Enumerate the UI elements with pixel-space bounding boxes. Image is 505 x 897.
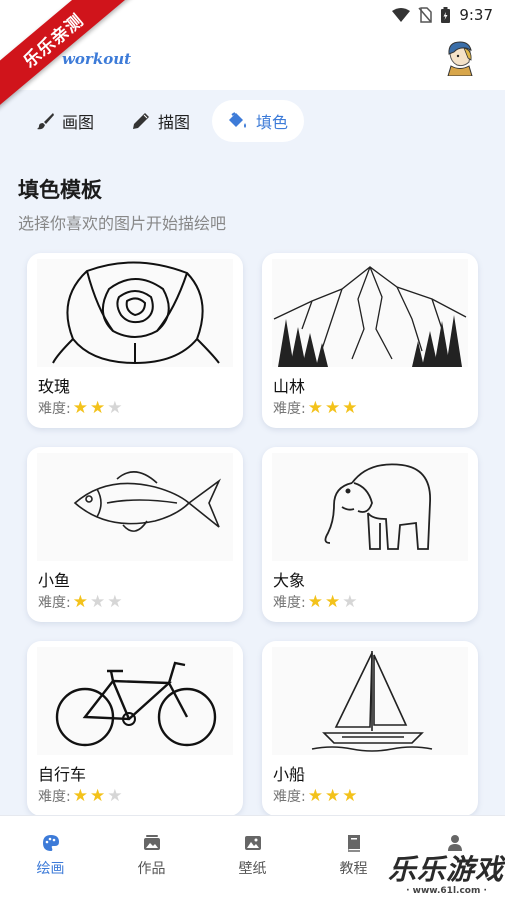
difficulty-label: 难度:: [273, 595, 306, 611]
difficulty-rating: 难度: ★ ★ ★: [273, 786, 357, 806]
nav-label: 壁纸: [238, 861, 267, 877]
section-title: 填色模板: [18, 178, 102, 202]
star-icon: ★: [89, 397, 106, 418]
nav-wallpaper[interactable]: 壁纸: [202, 816, 303, 897]
difficulty-label: 难度:: [38, 595, 71, 611]
template-card-sailboat[interactable]: 小船 难度: ★ ★ ★: [262, 641, 478, 816]
nav-label: 教程: [339, 861, 368, 877]
battery-icon: [441, 6, 451, 23]
avatar[interactable]: [444, 40, 476, 76]
status-time: 9:37: [459, 6, 493, 24]
template-card-rose[interactable]: 玫瑰 难度: ★ ★ ★: [27, 253, 243, 428]
gallery-icon: [143, 835, 160, 850]
star-icon: ★: [107, 591, 123, 612]
nav-label: 作品: [137, 861, 166, 877]
mode-tabs: 画图 描图 填色: [20, 100, 305, 144]
difficulty-rating: 难度: ★ ★ ★: [273, 592, 357, 612]
image-icon: [244, 836, 261, 850]
template-grid: 玫瑰 难度: ★ ★ ★ 山林 难度: ★ ★ ★ 小鱼 难度: ★ ★ ★ 大…: [27, 253, 478, 816]
sailboat-illustration: [272, 647, 468, 755]
paint-bucket-icon: [229, 112, 247, 128]
template-name: 小鱼: [38, 571, 71, 590]
template-name: 大象: [273, 571, 306, 590]
star-icon: ★: [89, 785, 106, 806]
nav-works[interactable]: 作品: [101, 816, 202, 897]
brush-icon: [37, 113, 54, 130]
app-logo: workout: [62, 50, 132, 68]
difficulty-label: 难度:: [38, 401, 71, 417]
star-icon: ★: [72, 785, 88, 806]
difficulty-rating: 难度: ★ ★ ★: [38, 398, 122, 418]
template-name: 山林: [273, 377, 306, 396]
bicycle-illustration: [37, 647, 233, 755]
star-icon: ★: [89, 591, 106, 612]
palette-icon: [42, 835, 59, 851]
star-icon: ★: [307, 397, 323, 418]
star-icon: ★: [307, 785, 323, 806]
tab-fill[interactable]: 填色: [212, 100, 305, 142]
template-name: 自行车: [38, 765, 87, 784]
template-name: 玫瑰: [38, 377, 71, 396]
rose-illustration: [37, 259, 233, 367]
difficulty-label: 难度:: [38, 789, 71, 805]
difficulty-rating: 难度: ★ ★ ★: [38, 786, 122, 806]
star-icon: ★: [72, 591, 88, 612]
site-watermark: 乐乐游戏 · www.61l.com ·: [388, 848, 505, 897]
book-icon: [347, 835, 360, 852]
difficulty-rating: 难度: ★ ★ ★: [273, 398, 357, 418]
star-icon: ★: [342, 397, 358, 418]
template-card-elephant[interactable]: 大象 难度: ★ ★ ★: [262, 447, 478, 622]
star-icon: ★: [107, 785, 123, 806]
watermark-title: 乐乐游戏: [388, 853, 505, 886]
star-icon: ★: [342, 591, 358, 612]
tab-draw[interactable]: 画图: [20, 100, 110, 142]
difficulty-label: 难度:: [273, 401, 306, 417]
difficulty-rating: 难度: ★ ★ ★: [38, 592, 122, 612]
star-icon: ★: [342, 785, 358, 806]
mountain-illustration: [272, 259, 468, 367]
nav-paint[interactable]: 绘画: [0, 816, 101, 897]
template-card-fish[interactable]: 小鱼 难度: ★ ★ ★: [27, 447, 243, 622]
tab-label: 画图: [62, 113, 95, 132]
template-name: 小船: [273, 765, 306, 784]
elephant-illustration: [272, 453, 468, 561]
star-icon: ★: [324, 785, 341, 806]
tab-label: 描图: [158, 113, 191, 132]
section-subtitle: 选择你喜欢的图片开始描绘吧: [18, 214, 227, 233]
star-icon: ★: [324, 397, 341, 418]
nav-label: 绘画: [36, 861, 65, 877]
fish-illustration: [37, 453, 233, 561]
template-card-bicycle[interactable]: 自行车 难度: ★ ★ ★: [27, 641, 243, 816]
star-icon: ★: [324, 591, 341, 612]
star-icon: ★: [107, 397, 123, 418]
star-icon: ★: [307, 591, 323, 612]
tab-trace[interactable]: 描图: [116, 100, 206, 142]
template-card-mountain[interactable]: 山林 难度: ★ ★ ★: [262, 253, 478, 428]
difficulty-label: 难度:: [273, 789, 306, 805]
star-icon: ★: [72, 397, 88, 418]
no-sim-icon: [418, 7, 433, 23]
pencil-icon: [133, 113, 150, 129]
wifi-icon: [392, 8, 411, 22]
tab-label: 填色: [256, 113, 289, 132]
